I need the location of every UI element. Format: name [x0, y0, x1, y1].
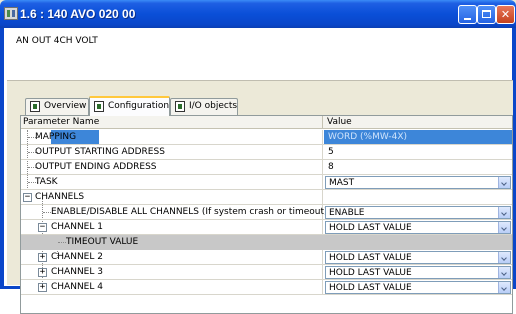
- dropdown-value: ENABLE: [329, 208, 365, 218]
- collapse-icon[interactable]: −: [38, 223, 47, 232]
- minimize-icon: [464, 18, 471, 20]
- param-name-cell: OUTPUT STARTING ADDRESS: [21, 145, 323, 159]
- overview-tab-icon: [30, 101, 40, 112]
- tab-overview-label: Overview: [44, 101, 87, 111]
- param-value: 5: [328, 147, 334, 157]
- close-icon: ✕: [500, 8, 511, 21]
- param-value-cell[interactable]: WORD (%MW-4X): [324, 130, 512, 144]
- param-value-cell[interactable]: MAST: [324, 175, 512, 189]
- chevron-down-icon[interactable]: [498, 267, 510, 278]
- param-name: CHANNEL 2: [51, 252, 103, 262]
- param-value-cell: [324, 235, 512, 249]
- tab-io-objects-label: I/O objects: [189, 101, 238, 111]
- param-value-cell: [324, 190, 512, 204]
- channel-3-fallback-dropdown[interactable]: HOLD LAST VALUE: [325, 266, 511, 279]
- param-value-cell[interactable]: HOLD LAST VALUE: [324, 220, 512, 234]
- expand-icon[interactable]: +: [38, 253, 47, 262]
- param-row-channels[interactable]: − CHANNELS: [21, 190, 512, 205]
- param-name: OUTPUT ENDING ADDRESS: [35, 162, 157, 172]
- param-name: CHANNEL 4: [51, 282, 103, 292]
- param-row-mapping[interactable]: MAPPING WORD (%MW-4X): [21, 130, 512, 145]
- grid-header: Parameter Name Value: [21, 116, 512, 129]
- column-header-parameter-name[interactable]: Parameter Name: [21, 116, 323, 129]
- minimize-button[interactable]: [458, 5, 477, 24]
- param-name-cell: ENABLE/DISABLE ALL CHANNELS (If system c…: [21, 205, 328, 219]
- param-value-cell[interactable]: 8: [324, 160, 512, 174]
- tab-overview[interactable]: Overview: [25, 98, 89, 115]
- grid-empty-area: [21, 302, 512, 313]
- param-value-cell[interactable]: HOLD LAST VALUE: [324, 265, 512, 279]
- channel-1-fallback-dropdown[interactable]: HOLD LAST VALUE: [325, 221, 511, 234]
- expand-icon[interactable]: +: [38, 283, 47, 292]
- chevron-down-icon[interactable]: [498, 282, 510, 293]
- param-name: CHANNEL 3: [51, 267, 103, 277]
- tab-configuration-label: Configuration: [108, 101, 170, 111]
- configuration-tab-icon: [94, 101, 104, 112]
- channel-2-fallback-dropdown[interactable]: HOLD LAST VALUE: [325, 251, 511, 264]
- param-name-cell: + CHANNEL 4: [21, 280, 323, 294]
- param-row-channel-2[interactable]: + CHANNEL 2 HOLD LAST VALUE: [21, 250, 512, 265]
- chevron-down-icon[interactable]: [498, 252, 510, 263]
- param-value: 8: [328, 162, 334, 172]
- param-row-output-starting-address[interactable]: OUTPUT STARTING ADDRESS 5: [21, 145, 512, 160]
- param-value: WORD (%MW-4X): [328, 132, 408, 142]
- tree-connector: [58, 242, 66, 243]
- param-row-channel-4[interactable]: + CHANNEL 4 HOLD LAST VALUE: [21, 280, 512, 295]
- param-name: CHANNELS: [35, 192, 85, 202]
- param-name: OUTPUT STARTING ADDRESS: [35, 147, 165, 157]
- dropdown-value: HOLD LAST VALUE: [329, 223, 412, 233]
- param-name: ENABLE/DISABLE ALL CHANNELS (If system c…: [51, 207, 328, 217]
- param-name: TIMEOUT VALUE: [66, 237, 139, 247]
- title-bar[interactable]: 1.6 : 140 AVO 020 00 ✕: [0, 0, 516, 28]
- tab-io-objects[interactable]: I/O objects: [170, 98, 238, 115]
- param-name-cell: − CHANNELS: [21, 190, 323, 204]
- param-row-task[interactable]: TASK MAST: [21, 175, 512, 190]
- param-name: TASK: [35, 177, 58, 187]
- chevron-down-icon[interactable]: [498, 207, 510, 218]
- param-name: MAPPING: [35, 132, 77, 142]
- param-name-cell: OUTPUT ENDING ADDRESS: [21, 160, 323, 174]
- dropdown-value: HOLD LAST VALUE: [329, 283, 412, 293]
- task-dropdown[interactable]: MAST: [325, 176, 511, 189]
- column-header-value[interactable]: Value: [324, 116, 512, 129]
- collapse-icon[interactable]: −: [23, 193, 32, 202]
- module-icon: [4, 7, 18, 20]
- param-row-output-ending-address[interactable]: OUTPUT ENDING ADDRESS 8: [21, 160, 512, 175]
- dropdown-value: HOLD LAST VALUE: [329, 268, 412, 278]
- chevron-down-icon[interactable]: [498, 177, 510, 188]
- maximize-icon: [482, 10, 491, 18]
- parameter-grid: Parameter Name Value MAPPING WORD (%MW-4…: [20, 115, 513, 314]
- param-name-cell: TIMEOUT VALUE: [21, 235, 323, 249]
- tree-connector: [43, 212, 51, 213]
- param-row-channel-3[interactable]: + CHANNEL 3 HOLD LAST VALUE: [21, 265, 512, 280]
- io-objects-tab-icon: [175, 101, 185, 112]
- window-title: 1.6 : 140 AVO 020 00: [20, 7, 136, 21]
- dropdown-value: HOLD LAST VALUE: [329, 253, 412, 263]
- tab-configuration[interactable]: Configuration: [89, 96, 170, 116]
- close-button[interactable]: ✕: [496, 5, 515, 24]
- param-value-cell[interactable]: HOLD LAST VALUE: [324, 250, 512, 264]
- module-config-window: 1.6 : 140 AVO 020 00 ✕ AN OUT 4CH VOLT O…: [0, 0, 516, 314]
- param-name-cell: + CHANNEL 3: [21, 265, 323, 279]
- param-name: CHANNEL 1: [51, 222, 103, 232]
- module-description: AN OUT 4CH VOLT: [16, 36, 98, 46]
- window-client-area: AN OUT 4CH VOLT Overview Configuration I…: [3, 28, 513, 314]
- channel-4-fallback-dropdown[interactable]: HOLD LAST VALUE: [325, 281, 511, 294]
- enable-disable-dropdown[interactable]: ENABLE: [325, 206, 511, 219]
- param-row-channel-1[interactable]: − CHANNEL 1 HOLD LAST VALUE: [21, 220, 512, 235]
- param-row-timeout-value: TIMEOUT VALUE: [21, 235, 512, 250]
- param-value-cell[interactable]: 5: [324, 145, 512, 159]
- param-value-cell[interactable]: ENABLE: [324, 205, 512, 219]
- chevron-down-icon[interactable]: [498, 222, 510, 233]
- param-name-cell: TASK: [21, 175, 323, 189]
- param-name-cell: + CHANNEL 2: [21, 250, 323, 264]
- maximize-button[interactable]: [477, 5, 496, 24]
- param-value-cell[interactable]: HOLD LAST VALUE: [324, 280, 512, 294]
- param-row-enable-disable-all-channels[interactable]: ENABLE/DISABLE ALL CHANNELS (If system c…: [21, 205, 512, 220]
- expand-icon[interactable]: +: [38, 268, 47, 277]
- dropdown-value: MAST: [329, 178, 355, 188]
- param-name-cell: − CHANNEL 1: [21, 220, 323, 234]
- config-panel: Overview Configuration I/O objects Param…: [7, 80, 513, 314]
- param-name-cell: MAPPING: [21, 130, 323, 144]
